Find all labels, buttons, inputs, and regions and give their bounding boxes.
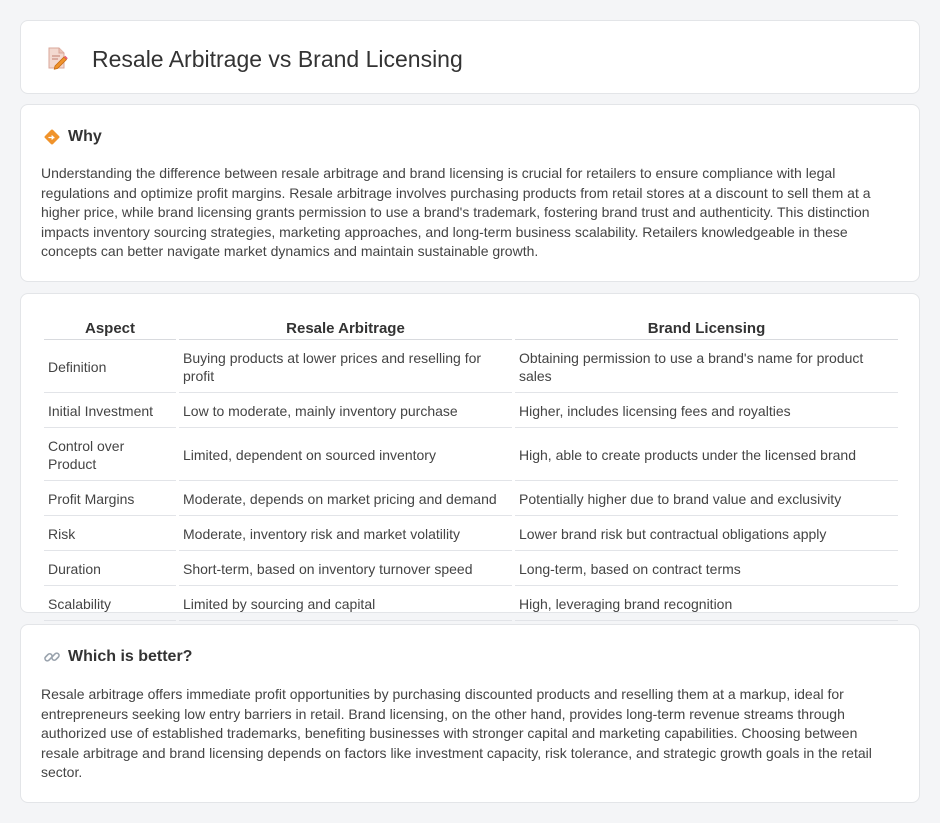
comparison-section: Aspect Resale Arbitrage Brand Licensing …	[20, 293, 920, 621]
brand-licensing-cell: Long-term, based on contract terms	[515, 553, 898, 586]
resale-arbitrage-cell: Limited by sourcing and capital	[179, 588, 512, 621]
resale-arbitrage-cell: Limited, dependent on sourced inventory	[179, 430, 512, 481]
brand-licensing-cell: Potentially higher due to brand value an…	[515, 483, 898, 516]
better-heading: Which is better?	[43, 647, 192, 667]
brand-licensing-cell: High, leveraging brand recognition	[515, 588, 898, 621]
column-header-aspect: Aspect	[44, 317, 176, 340]
why-text: Understanding the difference between res…	[41, 165, 871, 259]
resale-arbitrage-cell: Low to moderate, mainly inventory purcha…	[179, 395, 512, 428]
resale-arbitrage-cell: Moderate, depends on market pricing and …	[179, 483, 512, 516]
document-pencil-icon	[45, 46, 69, 70]
table-row: Scalability Limited by sourcing and capi…	[44, 588, 898, 621]
page-title: Resale Arbitrage vs Brand Licensing	[92, 46, 463, 72]
diamond-warning-icon	[43, 128, 61, 146]
aspect-cell: Scalability	[44, 588, 176, 621]
aspect-cell: Risk	[44, 518, 176, 551]
title-card: Resale Arbitrage vs Brand Licensing	[20, 20, 920, 94]
aspect-cell: Profit Margins	[44, 483, 176, 516]
aspect-cell: Definition	[44, 342, 176, 393]
better-title: Which is better?	[68, 648, 193, 665]
table-row: Duration Short-term, based on inventory …	[44, 553, 898, 586]
aspect-cell: Duration	[44, 553, 176, 586]
brand-licensing-cell: Lower brand risk but contractual obligat…	[515, 518, 898, 551]
brand-licensing-cell: Higher, includes licensing fees and roya…	[515, 395, 898, 428]
column-header-resale-arbitrage: Resale Arbitrage	[179, 317, 512, 340]
which-is-better-section: Which is better? Resale arbitrage offers…	[20, 624, 920, 803]
resale-arbitrage-cell: Buying products at lower prices and rese…	[179, 342, 512, 393]
table-header-row: Aspect Resale Arbitrage Brand Licensing	[44, 317, 898, 340]
table-row: Control over Product Limited, dependent …	[44, 430, 898, 481]
why-title: Why	[68, 128, 102, 145]
table-row: Definition Buying products at lower pric…	[44, 342, 898, 393]
comparison-table: Aspect Resale Arbitrage Brand Licensing …	[41, 315, 901, 623]
resale-arbitrage-cell: Moderate, inventory risk and market vola…	[179, 518, 512, 551]
table-row: Initial Investment Low to moderate, main…	[44, 395, 898, 428]
column-header-brand-licensing: Brand Licensing	[515, 317, 898, 340]
brand-licensing-cell: Obtaining permission to use a brand's na…	[515, 342, 898, 393]
brand-licensing-cell: High, able to create products under the …	[515, 430, 898, 481]
aspect-cell: Initial Investment	[44, 395, 176, 428]
table-row: Risk Moderate, inventory risk and market…	[44, 518, 898, 551]
aspect-cell: Control over Product	[44, 430, 176, 481]
why-heading: Why	[43, 127, 102, 147]
better-text: Resale arbitrage offers immediate profit…	[41, 686, 872, 780]
link-icon	[43, 648, 61, 666]
table-row: Profit Margins Moderate, depends on mark…	[44, 483, 898, 516]
resale-arbitrage-cell: Short-term, based on inventory turnover …	[179, 553, 512, 586]
why-section: Why Understanding the difference between…	[20, 104, 920, 282]
